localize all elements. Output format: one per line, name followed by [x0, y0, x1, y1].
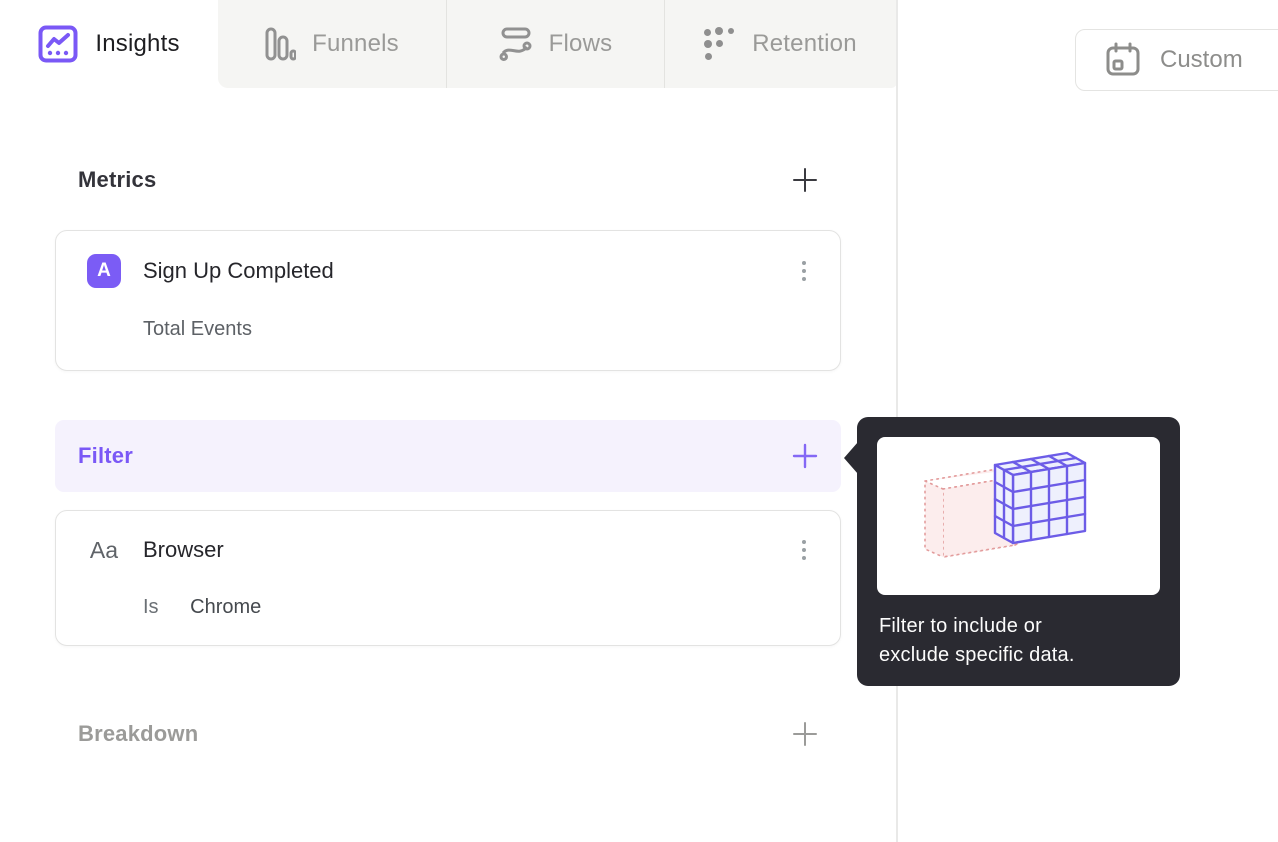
metrics-section-header: Metrics — [55, 160, 841, 200]
breakdown-section-title: Breakdown — [78, 721, 199, 746]
plus-icon — [793, 722, 817, 746]
plus-icon — [792, 443, 818, 469]
tab-funnels[interactable]: Funnels — [218, 0, 446, 88]
filter-condition[interactable]: Is Chrome — [56, 596, 840, 619]
plus-icon — [793, 168, 817, 192]
filter-onboarding-tooltip: Filter to include or exclude specific da… — [844, 417, 1180, 686]
tooltip-line-2: exclude specific data. — [879, 644, 1075, 666]
metric-aggregation[interactable]: Total Events — [56, 318, 840, 341]
tooltip-text: Filter to include or exclude specific da… — [877, 612, 1160, 670]
metric-series-badge: A — [87, 254, 121, 288]
tooltip-illustration-panel — [877, 437, 1160, 595]
filter-cube-illustration — [924, 451, 1087, 558]
flow-wave-icon — [499, 27, 532, 61]
kebab-menu-icon — [802, 261, 806, 265]
filter-card-menu-button[interactable] — [791, 534, 817, 566]
metric-card-header: A Sign Up Completed — [56, 231, 840, 288]
filter-property-name: Browser — [143, 537, 224, 562]
add-filter-button[interactable] — [792, 443, 818, 469]
metric-event-name: Sign Up Completed — [143, 258, 334, 283]
filter-value[interactable]: Chrome — [190, 596, 261, 618]
tab-label: Insights — [95, 30, 180, 57]
date-range-custom-button[interactable]: Custom — [1075, 29, 1278, 91]
calendar-icon — [1106, 42, 1140, 76]
filter-section-title: Filter — [78, 443, 133, 468]
tooltip-line-1: Filter to include or — [879, 615, 1042, 637]
dot-grid-icon — [704, 27, 735, 60]
filter-section-header[interactable]: Filter — [55, 420, 841, 492]
tab-insights[interactable]: Insights — [0, 0, 218, 88]
filter-operator[interactable]: Is — [143, 596, 159, 618]
metric-card-sign-up-completed[interactable]: A Sign Up Completed Total Events — [55, 230, 841, 371]
date-range-label: Custom — [1160, 46, 1243, 73]
filter-card-browser[interactable]: Aa Browser Is Chrome — [55, 510, 841, 646]
filter-card-header: Aa Browser — [56, 511, 840, 566]
insights-report-builder: { "tabs": [ { "label": "Insights", "acti… — [0, 0, 1278, 842]
tab-label: Flows — [548, 30, 613, 57]
metrics-section-title: Metrics — [78, 167, 157, 192]
kebab-menu-icon — [802, 540, 806, 544]
breakdown-section-header: Breakdown — [55, 714, 841, 754]
string-property-badge: Aa — [89, 536, 119, 563]
add-metric-button[interactable] — [792, 167, 818, 193]
tab-label: Funnels — [312, 30, 399, 57]
line-chart-icon — [38, 25, 78, 63]
add-breakdown-button[interactable] — [792, 721, 818, 747]
tooltip-arrow — [844, 442, 858, 474]
inactive-tabs-strip: Funnels Flows Retention — [218, 0, 897, 88]
tab-label: Retention — [752, 30, 857, 57]
tab-retention[interactable]: Retention — [664, 0, 896, 88]
metric-card-menu-button[interactable] — [791, 255, 817, 287]
report-type-tabbar: Funnels Flows Retention Insights — [0, 0, 897, 88]
tab-flows[interactable]: Flows — [446, 0, 664, 88]
bar-chart-icon — [265, 27, 297, 61]
